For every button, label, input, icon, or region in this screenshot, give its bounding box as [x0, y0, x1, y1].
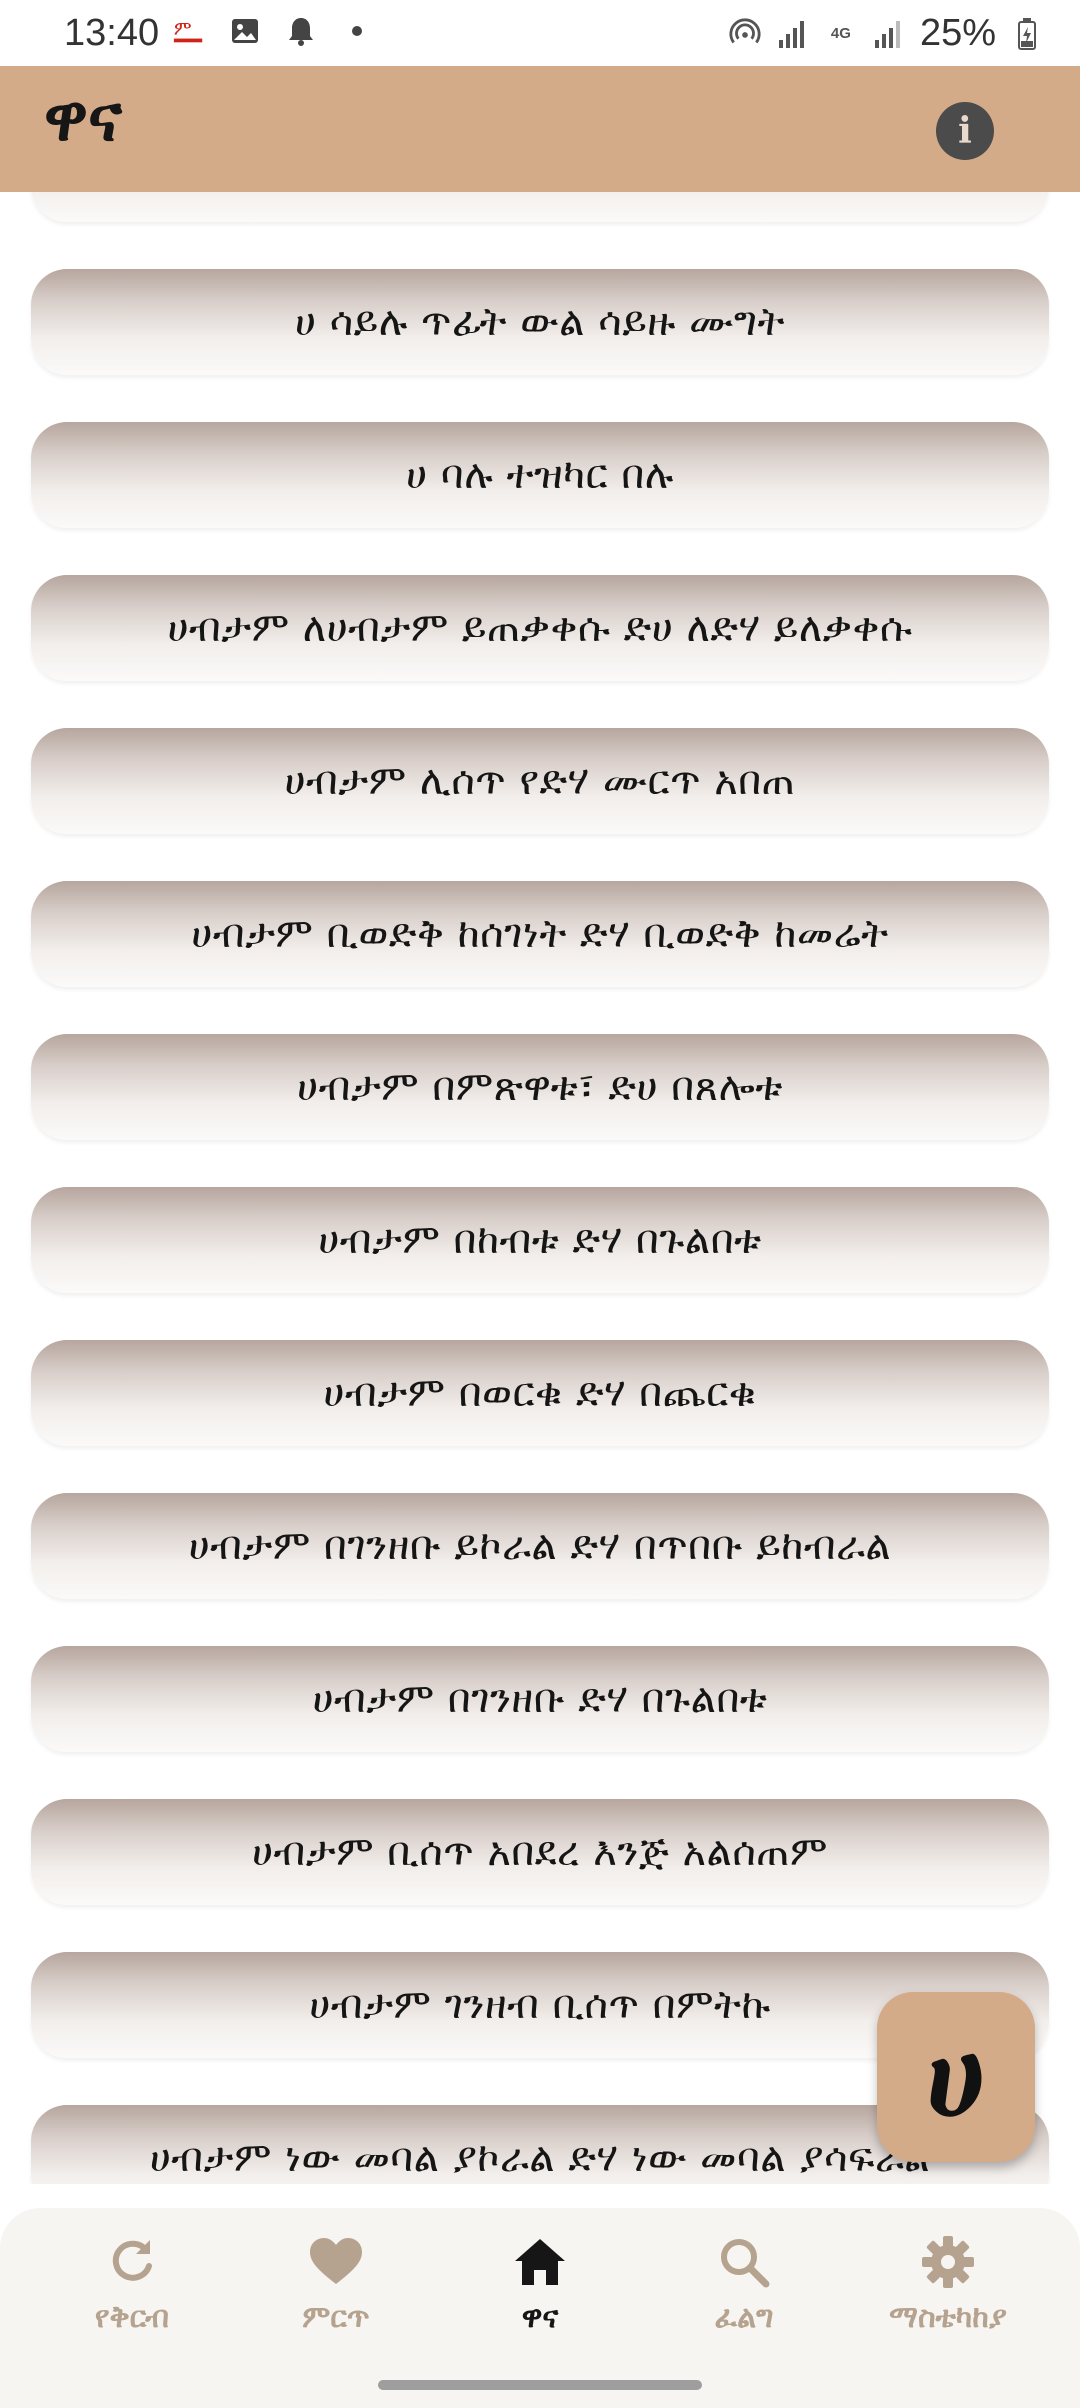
nav-favorites[interactable]: ምርጥ — [236, 2234, 436, 2354]
nav-home-label: ዋና — [521, 2300, 559, 2335]
status-time: 13:40 — [64, 12, 160, 54]
status-system-icons: 4G 25% — [728, 12, 1044, 55]
nav-settings-label: ማስቴካከያ — [889, 2300, 1007, 2335]
signal-icon — [776, 17, 810, 51]
bell-icon — [284, 14, 318, 48]
signal-icon-2 — [872, 17, 906, 51]
dot-icon — [340, 14, 374, 48]
heart-icon — [308, 2234, 364, 2290]
letter-index-button[interactable]: ሀ — [877, 1992, 1035, 2162]
nav-search-label: ፈልግ — [714, 2300, 774, 2335]
home-icon — [512, 2234, 568, 2290]
info-icon: i — [958, 110, 972, 152]
home-indicator — [378, 2380, 702, 2390]
svg-text:ም: ም — [174, 18, 192, 40]
battery-icon — [1010, 17, 1044, 51]
list-item[interactable]: ሀብታም ቢወድቅ ከሰገነት ድሃ ቢወድቅ ከመሬት — [31, 881, 1049, 987]
list-item-text: ሀብታም ቢሰጥ አበደረ እንጅ አልሰጠም — [252, 1829, 828, 1875]
list-item-text: ሀብታም በገንዘቡ ድሃ በጉልበቱ — [312, 1676, 768, 1722]
list-item-partial[interactable] — [31, 192, 1049, 222]
list-item-text: ሀብታም በከብቱ ድሃ በጉልበቱ — [318, 1217, 762, 1263]
search-icon — [716, 2234, 772, 2290]
list-item-text: ሀ ባሉ ተዝካር በሉ — [406, 452, 674, 498]
battery-percentage: 25% — [919, 12, 996, 54]
refresh-icon — [104, 2234, 160, 2290]
list-item[interactable]: ሀብታም ቢሰጥ አበደረ እንጅ አልሰጠም — [31, 1799, 1049, 1905]
network-type-icon: 4G — [830, 25, 851, 42]
letter-label: ሀ — [926, 2012, 986, 2142]
proverb-list[interactable]: ሀ ሳይሉ ጥፊት ውል ሳይዙ ሙግት ሀ ባሉ ተዝካር በሉ ሀብታም ለሀብ… — [0, 192, 1080, 2184]
hotspot-icon — [728, 17, 762, 51]
status-bar: 13:40 ም 4G 25% — [0, 0, 1080, 66]
list-item-text: ሀብታም ሊሰጥ የድሃ ሙርጥ አበጠ — [284, 758, 796, 804]
list-item[interactable]: ሀ ባሉ ተዝካር በሉ — [31, 422, 1049, 528]
list-item[interactable]: ሀብታም በምጽዋቱ፣ ድሀ በጸሎቱ — [31, 1034, 1049, 1140]
nav-recent-label: የቅርብ — [94, 2300, 170, 2335]
list-item[interactable]: ሀብታም በገንዘቡ ይኮራል ድሃ በጥበቡ ይከብራል — [31, 1493, 1049, 1599]
list-item-text: ሀብታም በምጽዋቱ፣ ድሀ በጸሎቱ — [297, 1064, 783, 1110]
bottom-navigation: የቅርብ ምርጥ ዋና ፈልግ ማስቴካከያ — [0, 2208, 1080, 2408]
nav-recent[interactable]: የቅርብ — [32, 2234, 232, 2354]
nav-favorites-label: ምርጥ — [302, 2300, 370, 2335]
list-item-text: ሀብታም ቢወድቅ ከሰገነት ድሃ ቢወድቅ ከመሬት — [191, 911, 889, 957]
list-item[interactable]: ሀብታም ሊሰጥ የድሃ ሙርጥ አበጠ — [31, 728, 1049, 834]
list-item-text: ሀብታም ለሀብታም ይጠቃቀሱ ድሀ ለድሃ ይለቃቀሱ — [167, 605, 913, 651]
list-item-text: ሀብታም በወርቁ ድሃ በጨርቁ — [323, 1370, 757, 1416]
status-notification-icons: ም — [172, 14, 374, 48]
list-item-text: ሀብታም ነው መባል ያኮራል ድሃ ነው መባል ያሳፍራል — [149, 2135, 931, 2181]
gallery-icon — [228, 14, 262, 48]
nav-settings[interactable]: ማስቴካከያ — [848, 2234, 1048, 2354]
list-item[interactable]: ሀ ሳይሉ ጥፊት ውል ሳይዙ ሙግት — [31, 269, 1049, 375]
app-bar: ዋና i — [0, 66, 1080, 192]
gear-icon — [920, 2234, 976, 2290]
carrier-logo-icon: ም — [172, 14, 206, 48]
info-button[interactable]: i — [936, 102, 994, 160]
page-title: ዋና — [44, 82, 122, 156]
list-item[interactable]: ሀብታም በወርቁ ድሃ በጨርቁ — [31, 1340, 1049, 1446]
list-item[interactable]: ሀብታም በገንዘቡ ድሃ በጉልበቱ — [31, 1646, 1049, 1752]
list-item-text: ሀብታም ገንዘብ ቢሰጥ በምትኩ — [309, 1982, 771, 2028]
list-item-text: ሀብታም በገንዘቡ ይኮራል ድሃ በጥበቡ ይከብራል — [188, 1523, 892, 1569]
nav-home[interactable]: ዋና — [440, 2234, 640, 2354]
list-item[interactable]: ሀብታም ለሀብታም ይጠቃቀሱ ድሀ ለድሃ ይለቃቀሱ — [31, 575, 1049, 681]
list-item-text: ሀ ሳይሉ ጥፊት ውል ሳይዙ ሙግት — [294, 299, 785, 345]
list-item[interactable]: ሀብታም በከብቱ ድሃ በጉልበቱ — [31, 1187, 1049, 1293]
nav-search[interactable]: ፈልግ — [644, 2234, 844, 2354]
